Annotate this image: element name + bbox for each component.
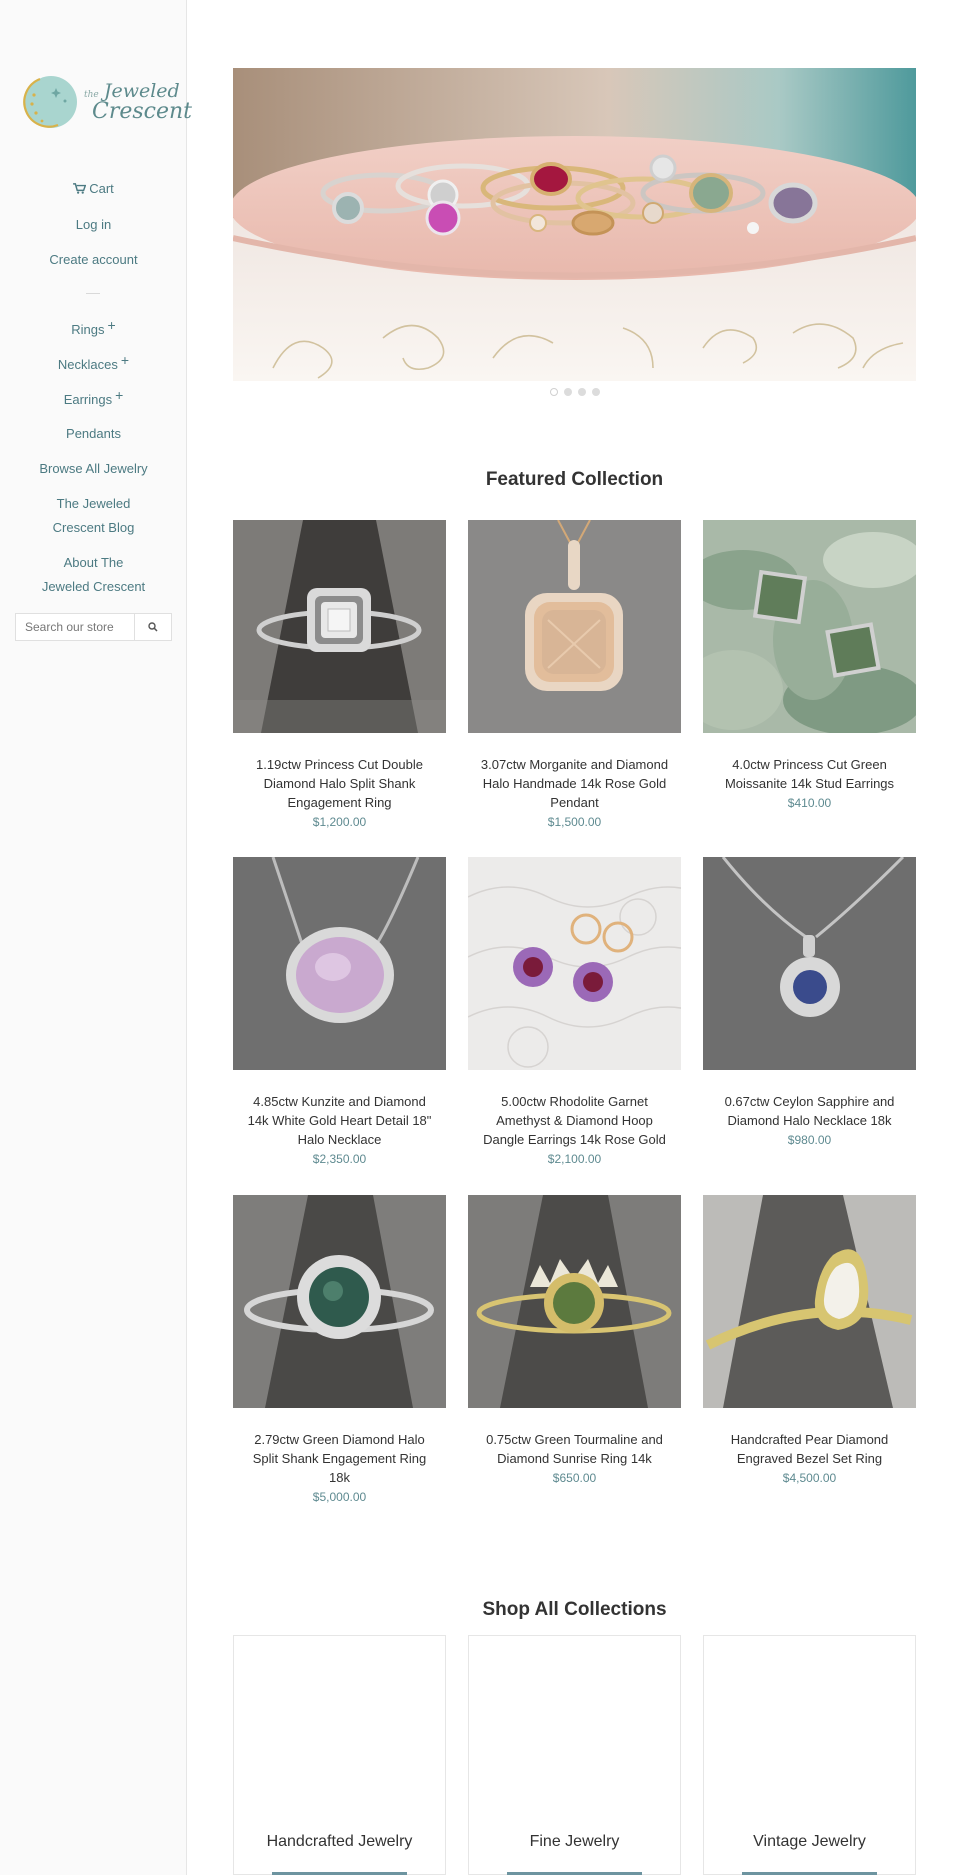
product-name: 5.00ctw Rhodolite Garnet Amethyst & Diam… xyxy=(483,1094,666,1147)
product-card[interactable]: 0.67ctw Ceylon Sapphire and Diamond Halo… xyxy=(703,857,916,1147)
nav-item-label: Rings xyxy=(71,322,105,337)
slide-dot-3[interactable] xyxy=(577,388,586,396)
product-name: 0.67ctw Ceylon Sapphire and Diamond Halo… xyxy=(724,1094,895,1128)
nav-item-browse-all[interactable]: Browse All Jewelry xyxy=(0,457,187,492)
slide-dot-2[interactable] xyxy=(563,388,572,396)
product-card[interactable]: 4.85ctw Kunzite and Diamond 14k White Go… xyxy=(233,857,446,1166)
product-image xyxy=(703,1195,916,1408)
cart-icon xyxy=(73,183,87,194)
product-price: $980.00 xyxy=(787,1133,832,1147)
product-name: 3.07ctw Morganite and Diamond Halo Handm… xyxy=(480,757,669,810)
product-card[interactable]: 0.75ctw Green Tourmaline and Diamond Sun… xyxy=(468,1195,681,1485)
collection-card-handcrafted[interactable]: Handcrafted Jewelry xyxy=(233,1635,446,1875)
shop-all-collections-title: Shop All Collections xyxy=(482,1599,667,1620)
product-price: $410.00 xyxy=(787,796,832,810)
main-nav: Rings + Necklaces + Earrings + Pendants Bro… xyxy=(0,317,187,610)
product-image xyxy=(233,1195,446,1408)
product-name: Handcrafted Pear Diamond Engraved Bezel … xyxy=(730,1432,889,1466)
product-card[interactable]: Handcrafted Pear Diamond Engraved Bezel … xyxy=(703,1195,916,1485)
logo-the: the xyxy=(84,89,99,100)
crescent-moon-logo-icon xyxy=(23,76,77,128)
cart-label: Cart xyxy=(89,181,114,196)
sidebar: the Jeweled Crescent Cart Log in Create … xyxy=(0,0,192,1875)
product-name: 2.79ctw Green Diamond Halo Split Shank E… xyxy=(252,1432,427,1485)
product-card[interactable]: 2.79ctw Green Diamond Halo Split Shank E… xyxy=(233,1195,446,1504)
product-image xyxy=(468,857,681,1070)
product-card[interactable]: 3.07ctw Morganite and Diamond Halo Handm… xyxy=(468,520,681,829)
product-price: $650.00 xyxy=(552,1471,597,1485)
search-icon xyxy=(148,622,158,632)
search-input[interactable] xyxy=(16,614,134,640)
product-card[interactable]: 5.00ctw Rhodolite Garnet Amethyst & Diam… xyxy=(468,857,681,1166)
site-logo[interactable]: the Jeweled Crescent xyxy=(18,70,192,134)
search-button[interactable] xyxy=(134,614,171,640)
nav-item-blog[interactable]: The Jeweled Crescent Blog xyxy=(0,492,187,551)
product-price: $2,100.00 xyxy=(547,1152,602,1166)
nav-item-necklaces[interactable]: Necklaces + xyxy=(0,352,187,387)
product-image xyxy=(233,520,446,733)
collection-name: Handcrafted Jewelry xyxy=(266,1833,413,1850)
collection-card-fine[interactable]: Fine Jewelry xyxy=(468,1635,681,1875)
product-image xyxy=(468,1195,681,1408)
product-card[interactable]: 1.19ctw Princess Cut Double Diamond Halo… xyxy=(233,520,446,829)
nav-item-about[interactable]: About The Jeweled Crescent xyxy=(0,551,187,610)
product-image xyxy=(703,520,916,733)
nav-item-label: Earrings xyxy=(63,392,113,407)
search-form xyxy=(15,613,172,641)
hero-slideshow[interactable] xyxy=(233,68,916,381)
logo-word-crescent: Crescent xyxy=(92,98,193,124)
create-account-link[interactable]: Create account xyxy=(0,248,187,283)
product-price: $4,500.00 xyxy=(782,1471,837,1485)
product-image xyxy=(233,857,446,1070)
expand-plus-icon[interactable]: + xyxy=(121,352,129,368)
product-name: 0.75ctw Green Tourmaline and Diamond Sun… xyxy=(486,1432,663,1466)
cart-link[interactable]: Cart xyxy=(0,177,187,213)
hero-image xyxy=(233,68,916,381)
nav-item-label: Necklaces xyxy=(57,357,118,372)
slide-dot-4[interactable] xyxy=(591,388,600,396)
collection-name: Vintage Jewelry xyxy=(753,1833,866,1850)
expand-plus-icon[interactable]: + xyxy=(115,387,123,403)
product-name: 4.0ctw Princess Cut Green Moissanite 14k… xyxy=(724,757,895,791)
expand-plus-icon[interactable]: + xyxy=(108,317,116,333)
product-price: $2,350.00 xyxy=(312,1152,367,1166)
account-nav: Cart Log in Create account xyxy=(0,177,187,283)
nav-item-pendants[interactable]: Pendants xyxy=(0,422,187,457)
nav-item-earrings[interactable]: Earrings + xyxy=(0,387,187,422)
login-link[interactable]: Log in xyxy=(0,213,187,248)
product-price: $1,200.00 xyxy=(312,815,367,829)
collection-name: Fine Jewelry xyxy=(529,1833,620,1850)
slide-dot-1[interactable] xyxy=(549,388,558,396)
featured-collection-title: Featured Collection xyxy=(485,469,664,490)
logo-wordmark: the Jeweled Crescent xyxy=(84,81,193,124)
product-price: $5,000.00 xyxy=(312,1490,367,1504)
slideshow-dots xyxy=(233,388,916,396)
product-price: $1,500.00 xyxy=(547,815,602,829)
product-image xyxy=(468,520,681,733)
nav-item-rings[interactable]: Rings + xyxy=(0,317,187,352)
collection-card-vintage[interactable]: Vintage Jewelry xyxy=(703,1635,916,1875)
sidebar-divider xyxy=(86,293,100,294)
product-name: 4.85ctw Kunzite and Diamond 14k White Go… xyxy=(247,1094,432,1147)
product-image xyxy=(703,857,916,1070)
product-card[interactable]: 4.0ctw Princess Cut Green Moissanite 14k… xyxy=(703,520,916,810)
product-name: 1.19ctw Princess Cut Double Diamond Halo… xyxy=(256,757,423,810)
